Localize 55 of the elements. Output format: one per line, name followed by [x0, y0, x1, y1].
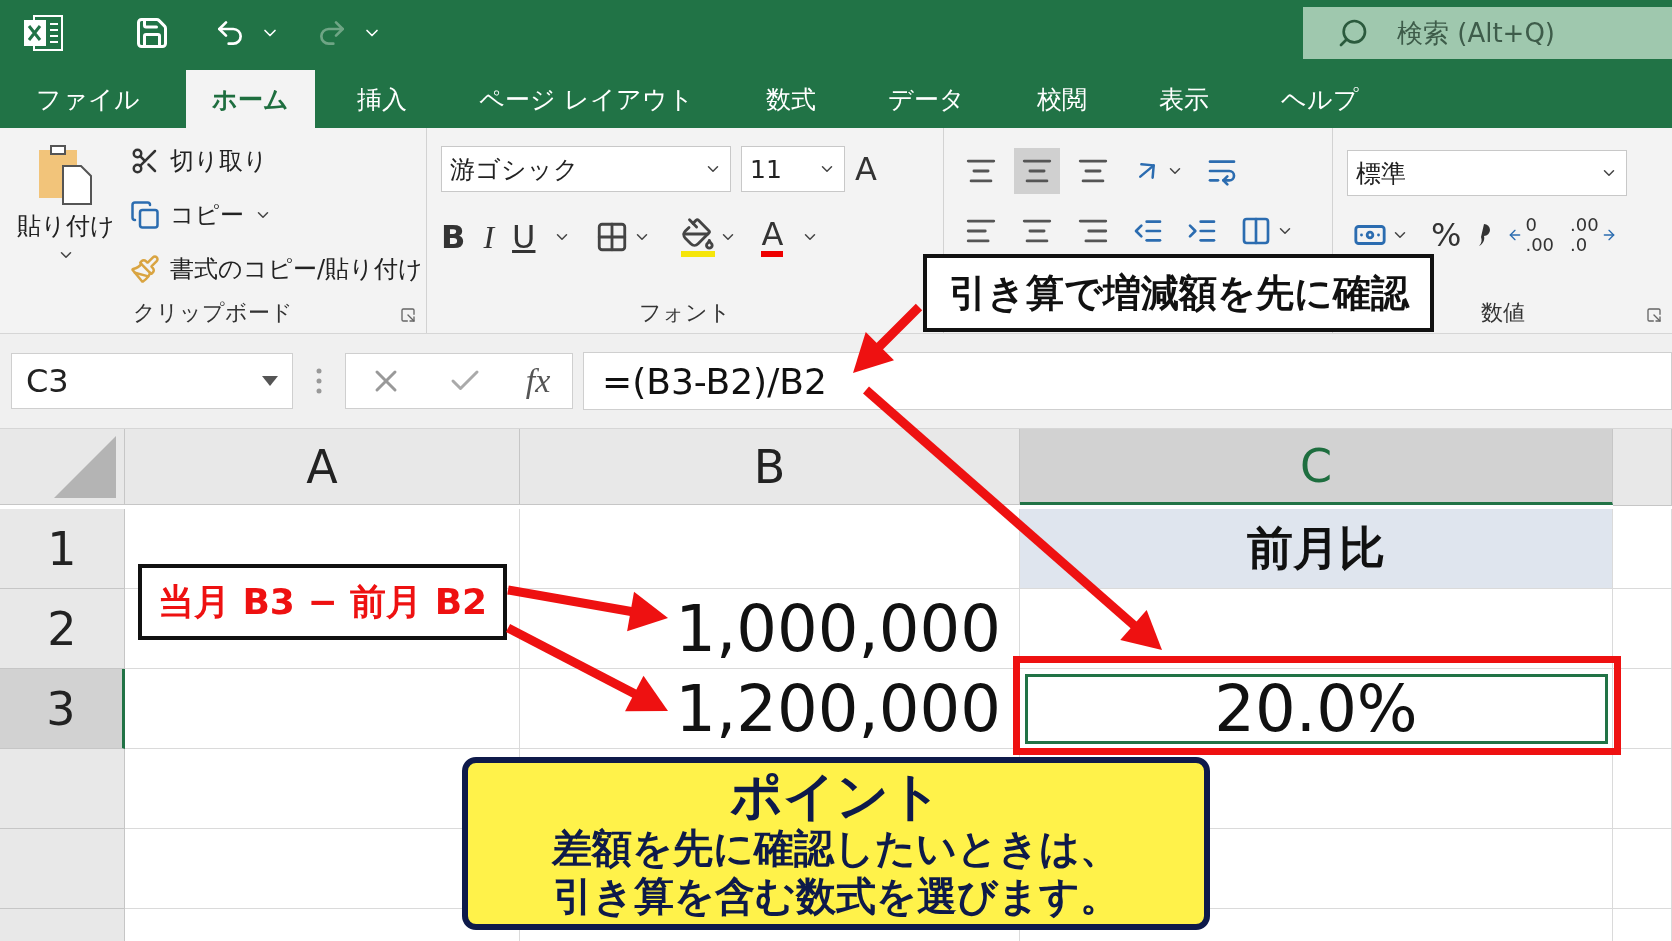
table-cell: 1,000,000 [520, 589, 1020, 669]
row-header[interactable]: 1 [0, 509, 125, 589]
tip-text: 引き算を含む数式を選びます。 [552, 871, 1120, 920]
decrease-decimal-button[interactable]: .00 .0 [1570, 215, 1617, 255]
group-label: 数値 [1480, 299, 1525, 327]
ribbon-tab[interactable]: ページ レイアウト [453, 70, 720, 128]
column-header[interactable]: A [125, 429, 520, 505]
table-cell: 前月比 [1020, 509, 1613, 589]
tip-title: ポイント [730, 767, 942, 824]
cut-button[interactable]: 切り取り [130, 138, 424, 184]
font-size-select[interactable]: 11 [741, 146, 845, 192]
row-header[interactable]: 3 [0, 669, 125, 749]
save-icon[interactable] [134, 15, 170, 51]
ribbon-tab[interactable]: 表示 [1132, 70, 1235, 128]
ribbon-tab[interactable]: 挿入 [331, 70, 433, 128]
paste-button[interactable]: 貼り付け [14, 138, 118, 293]
format-painter-button[interactable]: 書式のコピー/貼り付け [130, 246, 424, 292]
ribbon-tab[interactable]: 校閲 [1010, 70, 1113, 128]
arrow [853, 303, 923, 373]
italic-button[interactable]: I [483, 218, 495, 256]
insert-function-button[interactable]: fx [525, 362, 551, 400]
search-icon [1337, 17, 1369, 49]
ribbon-tab[interactable]: ホーム [186, 70, 315, 128]
grow-font-button[interactable]: A [855, 150, 877, 188]
align-middle-button[interactable] [1014, 148, 1060, 194]
font-name-select[interactable]: 游ゴシック [441, 146, 731, 192]
callout-label: 当月 B3 − 前月 B2 [138, 564, 507, 640]
dropdown-icon [262, 376, 278, 386]
increase-decimal-button[interactable]: 0 .00 [1507, 215, 1555, 255]
paint-bucket-icon [681, 217, 716, 257]
group-label: フォント [639, 299, 731, 327]
number-format-select[interactable]: 標準 [1347, 150, 1627, 196]
group-label: クリップボード [133, 299, 293, 327]
percent-button[interactable]: % [1431, 216, 1462, 254]
underline-button[interactable]: U [512, 218, 536, 256]
merge-icon [1240, 215, 1272, 247]
copy-icon [130, 200, 160, 230]
column-header[interactable]: B [520, 429, 1020, 505]
brush-icon [130, 254, 160, 284]
formula-field[interactable]: =(B3-B2)/B2 [583, 352, 1672, 410]
ribbon-tab[interactable]: ファイル [10, 70, 166, 128]
font-color-button[interactable]: A [761, 217, 784, 257]
ribbon-tab[interactable]: ヘルプ [1254, 70, 1385, 128]
ribbon-tab[interactable]: 数式 [739, 70, 842, 128]
row-header[interactable]: 2 [0, 589, 125, 669]
ribbon-tab[interactable]: データ [861, 70, 991, 128]
tip-text: 差額を先に確認したいときは、 [552, 823, 1120, 872]
dialog-launcher-icon[interactable] [1646, 307, 1662, 323]
column-header[interactable]: C [1020, 429, 1613, 505]
name-box[interactable]: C3 [11, 353, 293, 409]
search-field[interactable]: 検索 (Alt+Q) [1303, 7, 1672, 59]
dialog-launcher-icon[interactable] [400, 307, 416, 323]
bold-button[interactable]: B [441, 218, 466, 256]
copy-button[interactable]: コピー [130, 192, 424, 238]
callout-label: 引き算で増減額を先に確認 [923, 254, 1434, 332]
